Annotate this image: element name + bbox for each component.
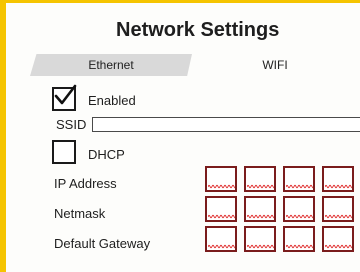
ip-address-octet-3[interactable] xyxy=(283,166,315,192)
gateway-octet-1[interactable] xyxy=(205,226,237,252)
invalid-underline xyxy=(325,244,352,249)
gateway-label: Default Gateway xyxy=(54,236,151,251)
ip-address-octet-4[interactable] xyxy=(322,166,354,192)
invalid-underline xyxy=(208,244,235,249)
invalid-underline xyxy=(247,214,274,219)
netmask-octet-1[interactable] xyxy=(205,196,237,222)
invalid-underline xyxy=(286,214,313,219)
invalid-underline xyxy=(325,214,352,219)
dhcp-checkbox[interactable] xyxy=(52,140,76,164)
ssid-label: SSID xyxy=(56,117,87,132)
invalid-underline xyxy=(208,214,235,219)
netmask-octet-2[interactable] xyxy=(244,196,276,222)
dhcp-label: DHCP xyxy=(88,147,125,162)
ssid-input[interactable] xyxy=(92,117,360,132)
invalid-underline xyxy=(286,184,313,189)
tab-ethernet[interactable]: Ethernet xyxy=(30,54,192,76)
page-title: Network Settings xyxy=(116,19,280,41)
invalid-underline xyxy=(247,244,274,249)
netmask-octet-4[interactable] xyxy=(322,196,354,222)
gateway-octet-2[interactable] xyxy=(244,226,276,252)
gateway-octet-3[interactable] xyxy=(283,226,315,252)
checkmark-icon xyxy=(54,84,77,105)
tab-wifi[interactable]: WIFI xyxy=(232,54,318,76)
ip-address-octet-1[interactable] xyxy=(205,166,237,192)
netmask-octet-3[interactable] xyxy=(283,196,315,222)
settings-panel: Network Settings Ethernet WIFI Enabled S… xyxy=(0,0,360,272)
invalid-underline xyxy=(208,184,235,189)
ip-address-octet-2[interactable] xyxy=(244,166,276,192)
invalid-underline xyxy=(325,184,352,189)
netmask-label: Netmask xyxy=(54,206,106,221)
gateway-octet-4[interactable] xyxy=(322,226,354,252)
invalid-underline xyxy=(247,184,274,189)
invalid-underline xyxy=(286,244,313,249)
enabled-label: Enabled xyxy=(88,93,136,108)
ip-address-label: IP Address xyxy=(54,176,117,191)
